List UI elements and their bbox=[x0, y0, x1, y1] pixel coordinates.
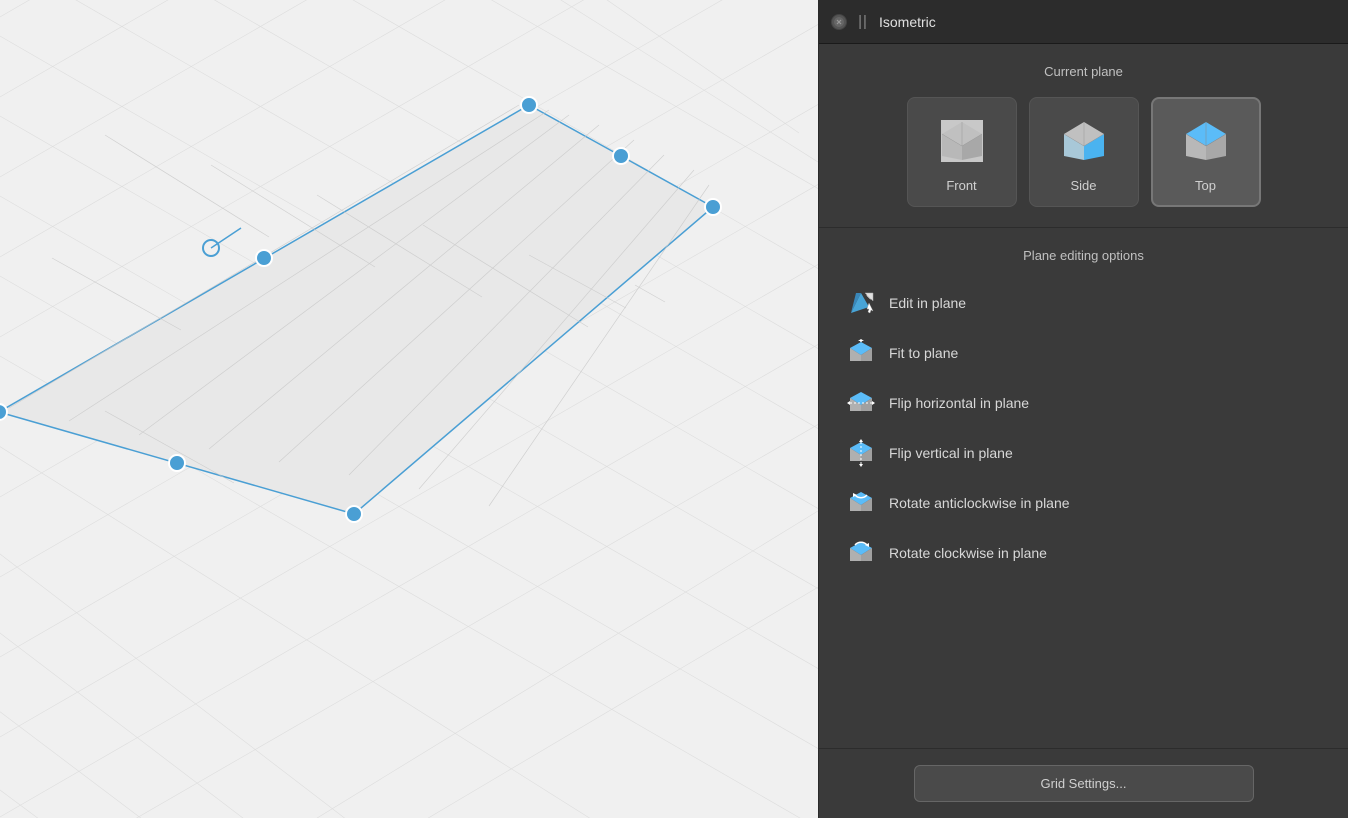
current-plane-title: Current plane bbox=[835, 64, 1332, 79]
panel: || Isometric Current plane bbox=[818, 0, 1348, 818]
footer-section: Grid Settings... bbox=[819, 749, 1348, 818]
plane-editing-section: Plane editing options Edit in plane bbox=[819, 228, 1348, 749]
plane-btn-side[interactable]: Side bbox=[1029, 97, 1139, 207]
option-rotate-anticlockwise-label: Rotate anticlockwise in plane bbox=[889, 495, 1070, 511]
fit-to-plane-icon bbox=[847, 339, 875, 367]
option-edit-in-plane[interactable]: Edit in plane bbox=[835, 281, 1332, 325]
current-plane-section: Current plane bbox=[819, 44, 1348, 228]
plane-top-label: Top bbox=[1195, 178, 1216, 193]
edit-in-plane-icon bbox=[847, 289, 875, 317]
front-cube-icon bbox=[933, 112, 991, 170]
plane-btn-top[interactable]: Top bbox=[1151, 97, 1261, 207]
flip-horizontal-icon bbox=[847, 389, 875, 417]
panel-title: Isometric bbox=[879, 14, 936, 30]
grid-settings-button[interactable]: Grid Settings... bbox=[914, 765, 1254, 802]
close-button[interactable] bbox=[831, 14, 847, 30]
option-fit-to-plane[interactable]: Fit to plane bbox=[835, 331, 1332, 375]
flip-vertical-icon bbox=[847, 439, 875, 467]
panel-titlebar: || Isometric bbox=[819, 0, 1348, 44]
option-fit-to-plane-label: Fit to plane bbox=[889, 345, 958, 361]
minimize-button[interactable]: || bbox=[857, 12, 869, 32]
top-cube-icon bbox=[1177, 112, 1235, 170]
canvas-area bbox=[0, 0, 818, 818]
option-flip-vertical[interactable]: Flip vertical in plane bbox=[835, 431, 1332, 475]
option-rotate-clockwise[interactable]: Rotate clockwise in plane bbox=[835, 531, 1332, 575]
option-flip-vertical-label: Flip vertical in plane bbox=[889, 445, 1013, 461]
rotate-clockwise-icon bbox=[847, 539, 875, 567]
editing-options-list: Edit in plane Fit to plane bbox=[835, 281, 1332, 575]
option-edit-in-plane-label: Edit in plane bbox=[889, 295, 966, 311]
option-rotate-anticlockwise[interactable]: Rotate anticlockwise in plane bbox=[835, 481, 1332, 525]
side-cube-icon bbox=[1055, 112, 1113, 170]
option-flip-horizontal-label: Flip horizontal in plane bbox=[889, 395, 1029, 411]
plane-btn-front[interactable]: Front bbox=[907, 97, 1017, 207]
option-rotate-clockwise-label: Rotate clockwise in plane bbox=[889, 545, 1047, 561]
plane-buttons: Front Side bbox=[835, 97, 1332, 207]
plane-side-label: Side bbox=[1070, 178, 1096, 193]
isometric-grid bbox=[0, 0, 818, 818]
plane-editing-title: Plane editing options bbox=[835, 248, 1332, 263]
option-flip-horizontal[interactable]: Flip horizontal in plane bbox=[835, 381, 1332, 425]
rotate-anticlockwise-icon bbox=[847, 489, 875, 517]
plane-front-label: Front bbox=[946, 178, 976, 193]
